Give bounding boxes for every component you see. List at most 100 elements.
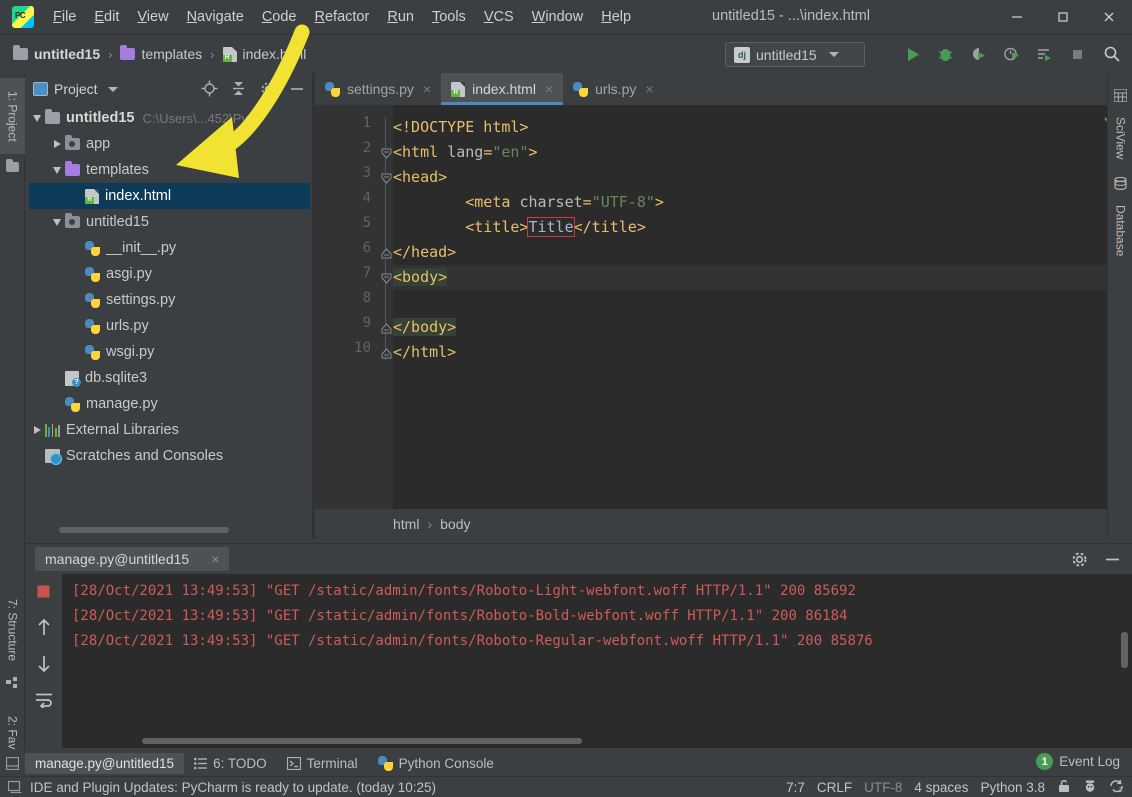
collapse-arrow-icon[interactable] <box>29 110 45 126</box>
sidebar-tab-database[interactable]: Database <box>1108 195 1132 267</box>
tool-window-manage-py-untitled15[interactable]: manage.py@untitled15 <box>25 753 184 774</box>
code-line[interactable]: <title>Title</title> <box>393 215 646 240</box>
indent-setting[interactable]: 4 spaces <box>914 780 968 795</box>
tool-window-terminal[interactable]: Terminal <box>277 753 368 774</box>
stop-icon[interactable] <box>1065 42 1089 66</box>
editor-tab-urls-py[interactable]: urls.py× <box>563 73 663 105</box>
code-line[interactable]: <body> <box>393 265 1132 290</box>
menu-item-edit[interactable]: Edit <box>85 6 128 28</box>
status-message[interactable]: IDE and Plugin Updates: PyCharm is ready… <box>30 780 436 795</box>
run-tab-manage-py[interactable]: manage.py@untitled15 × <box>35 547 229 571</box>
gear-icon[interactable] <box>258 79 277 98</box>
project-horizontal-scrollbar[interactable] <box>59 527 229 533</box>
console-output[interactable]: [28/Oct/2021 13:49:53] "GET /static/admi… <box>62 574 1132 748</box>
hide-panel-icon[interactable] <box>287 79 306 98</box>
menu-item-help[interactable]: Help <box>592 6 640 28</box>
collapse-all-icon[interactable] <box>229 79 248 98</box>
hide-panel-icon[interactable] <box>1103 550 1122 569</box>
menu-item-run[interactable]: Run <box>378 6 423 28</box>
locate-icon[interactable] <box>200 79 219 98</box>
run-coverage-icon[interactable] <box>966 42 990 66</box>
menu-item-tools[interactable]: Tools <box>423 6 475 28</box>
tree-item-manage-py[interactable]: manage.py <box>29 391 310 417</box>
code-line[interactable]: </html> <box>393 340 456 365</box>
profile-icon[interactable] <box>999 42 1023 66</box>
code-content[interactable]: <!DOCTYPE html><html lang="en"><head> <m… <box>393 105 1132 539</box>
project-view-chevron-down-icon[interactable] <box>108 87 118 92</box>
editor-tab-index-html[interactable]: index.html× <box>441 73 563 105</box>
breadcrumb-item-untitled15[interactable]: untitled15 <box>10 44 103 64</box>
minimize-button[interactable] <box>994 0 1040 34</box>
editor-gutter[interactable]: 12345678910 <box>315 105 379 539</box>
tree-item--init-py[interactable]: __init__.py <box>29 235 310 261</box>
menu-item-view[interactable]: View <box>128 6 177 28</box>
debug-icon[interactable] <box>933 42 957 66</box>
up-icon[interactable] <box>36 618 52 641</box>
menu-item-code[interactable]: Code <box>253 6 306 28</box>
fold-close-icon[interactable] <box>381 321 392 332</box>
expand-arrow-icon[interactable] <box>29 422 45 438</box>
tool-window-6-todo[interactable]: 6: TODO <box>184 753 277 774</box>
stop-icon[interactable] <box>36 584 51 604</box>
caret-position[interactable]: 7:7 <box>786 780 805 795</box>
search-everywhere-icon[interactable] <box>1100 42 1124 66</box>
inspector-icon[interactable] <box>1083 779 1097 796</box>
down-icon[interactable] <box>36 655 52 678</box>
fold-close-icon[interactable] <box>381 346 392 357</box>
code-line[interactable]: <meta charset="UTF-8"> <box>393 190 664 215</box>
gear-icon[interactable] <box>1070 550 1089 569</box>
tree-item-asgi-py[interactable]: asgi.py <box>29 261 310 287</box>
run-configuration-selector[interactable]: dj untitled15 <box>725 42 865 67</box>
tool-window-python-console[interactable]: Python Console <box>368 753 504 774</box>
breadcrumb-html[interactable]: html <box>393 516 419 532</box>
tree-item-urls-py[interactable]: urls.py <box>29 313 310 339</box>
breadcrumb-item-templates[interactable]: templates <box>117 44 205 64</box>
expand-arrow-icon[interactable] <box>49 136 65 152</box>
tree-item-untitled15[interactable]: untitled15 <box>29 209 310 235</box>
collapse-arrow-icon[interactable] <box>49 162 65 178</box>
tree-item-external-libraries[interactable]: External Libraries <box>29 417 310 443</box>
code-folding-column[interactable] <box>379 105 393 539</box>
tree-item-db-sqlite3[interactable]: db.sqlite3 <box>29 365 310 391</box>
close-icon[interactable]: × <box>545 81 553 97</box>
soft-wrap-icon[interactable] <box>35 692 53 713</box>
menu-item-file[interactable]: File <box>44 6 85 28</box>
code-line[interactable]: <head> <box>393 165 447 190</box>
tree-item-wsgi-py[interactable]: wsgi.py <box>29 339 310 365</box>
tree-item-untitled15[interactable]: untitled15C:\Users\...452\Pych <box>29 105 310 131</box>
menu-item-vcs[interactable]: VCS <box>475 6 523 28</box>
code-line[interactable]: </head> <box>393 240 456 265</box>
fold-open-icon[interactable] <box>381 271 392 282</box>
close-icon[interactable]: × <box>645 81 653 97</box>
tree-item-index-html[interactable]: index.html <box>29 183 310 209</box>
project-tree[interactable]: untitled15C:\Users\...452\Pychapptemplat… <box>29 105 310 517</box>
collapse-arrow-icon[interactable] <box>49 214 65 230</box>
menu-item-window[interactable]: Window <box>523 6 593 28</box>
tree-item-settings-py[interactable]: settings.py <box>29 287 310 313</box>
breadcrumb-body[interactable]: body <box>440 516 470 532</box>
line-separator[interactable]: CRLF <box>817 780 852 795</box>
console-vertical-scrollbar[interactable] <box>1121 632 1128 668</box>
tree-item-scratches-and-consoles[interactable]: Scratches and Consoles <box>29 443 310 469</box>
editor-tab-settings-py[interactable]: settings.py× <box>315 73 441 105</box>
code-line[interactable]: <!DOCTYPE html> <box>393 115 528 140</box>
file-encoding[interactable]: UTF-8 <box>864 780 902 795</box>
event-log-button[interactable]: 1 Event Log <box>1036 753 1120 770</box>
tree-item-templates[interactable]: templates <box>29 157 310 183</box>
sync-icon[interactable]: 2 <box>1109 779 1124 796</box>
breadcrumb-item-index-html[interactable]: index.html <box>220 44 310 64</box>
close-button[interactable] <box>1086 0 1132 34</box>
menu-item-navigate[interactable]: Navigate <box>178 6 253 28</box>
python-interpreter[interactable]: Python 3.8 <box>980 780 1045 795</box>
fold-close-icon[interactable] <box>381 246 392 257</box>
tree-item-app[interactable]: app <box>29 131 310 157</box>
code-line[interactable]: </body> <box>393 315 456 340</box>
code-line[interactable]: <html lang="en"> <box>393 140 538 165</box>
fold-open-icon[interactable] <box>381 146 392 157</box>
lock-icon[interactable] <box>1057 779 1071 796</box>
sidebar-tab-project[interactable]: 1: Project <box>0 78 25 154</box>
run-icon[interactable] <box>900 42 924 66</box>
sidebar-tab-sciview[interactable]: SciView <box>1108 107 1132 169</box>
run-with-parameters-icon[interactable] <box>1032 42 1056 66</box>
fold-open-icon[interactable] <box>381 171 392 182</box>
